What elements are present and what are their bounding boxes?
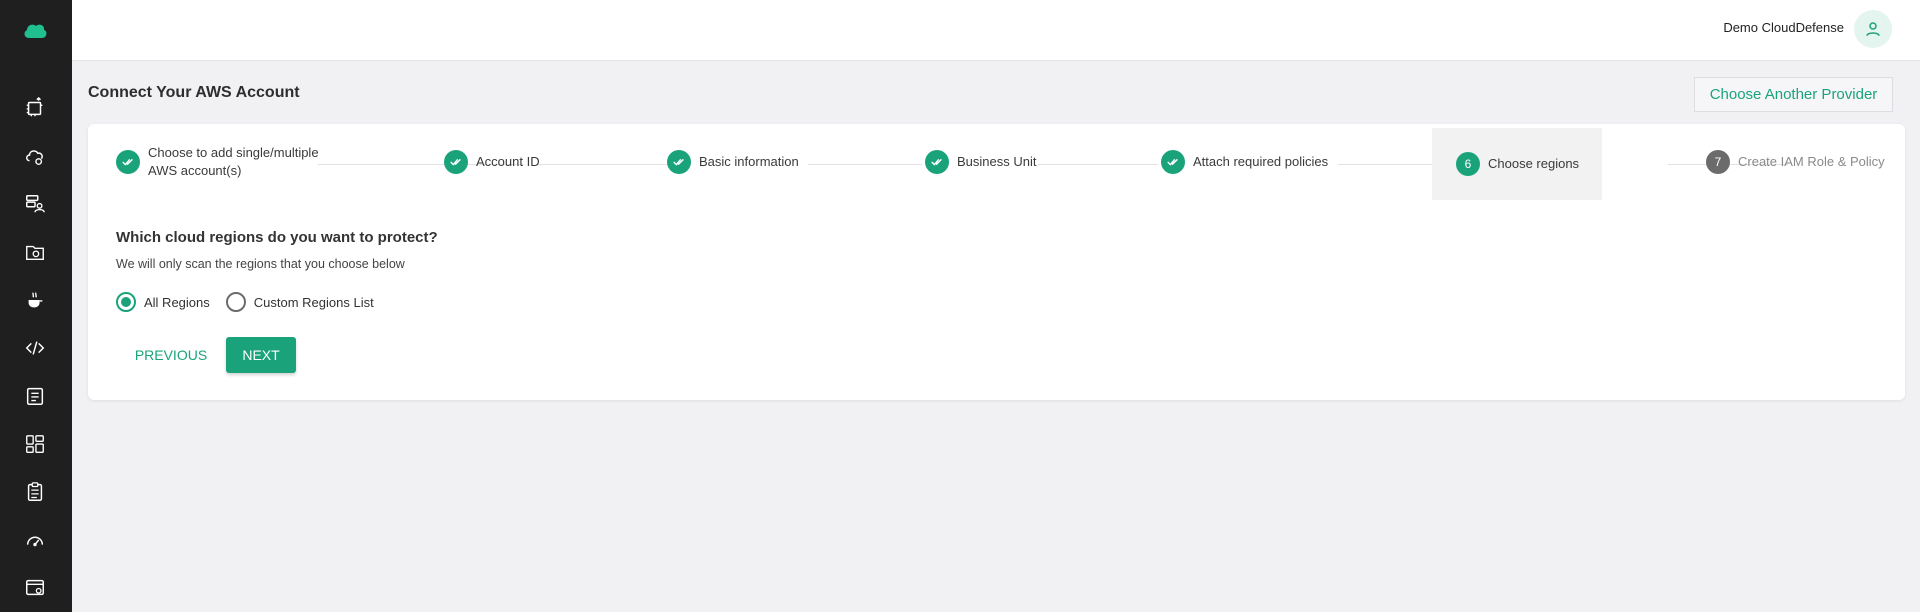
custom-regions-radio[interactable]	[225, 292, 246, 312]
step-choose-regions[interactable]: 6 Choose regions	[1432, 128, 1602, 200]
regions-radio-group: All Regions Custom Regions List	[116, 292, 374, 312]
top-bar: Demo CloudDefense	[72, 0, 1920, 61]
step-number: 6	[1456, 152, 1480, 176]
step-connector	[808, 164, 922, 165]
sidebar-item-report[interactable]	[20, 477, 50, 507]
step-basic-information[interactable]: Basic information	[667, 124, 799, 200]
sidebar	[0, 0, 72, 612]
all-regions-radio[interactable]	[116, 292, 136, 312]
check-icon	[667, 150, 691, 174]
sidebar-item-gauge[interactable]	[20, 525, 50, 555]
regions-question: Which cloud regions do you want to prote…	[116, 229, 438, 246]
cloud-gear-icon	[26, 150, 43, 165]
next-button[interactable]: NEXT	[226, 337, 296, 373]
all-regions-label[interactable]: All Regions	[144, 295, 210, 310]
step-account-id[interactable]: Account ID	[444, 124, 540, 200]
step-label: Create IAM Role & Policy	[1738, 154, 1885, 169]
folder-image-icon	[26, 245, 44, 261]
sidebar-item-chip-upload[interactable]	[20, 93, 50, 123]
code-icon	[25, 341, 45, 355]
sidebar-item-kettle[interactable]	[20, 285, 50, 315]
step-connector	[1038, 164, 1158, 165]
step-choose-accounts[interactable]: Choose to add single/multiple AWS accoun…	[116, 124, 319, 200]
browser-settings-icon	[26, 579, 44, 596]
user-icon	[1866, 22, 1880, 37]
check-icon	[116, 150, 140, 174]
previous-button[interactable]: PREVIOUS	[116, 337, 226, 373]
check-icon	[925, 150, 949, 174]
step-attach-policies[interactable]: Attach required policies	[1161, 124, 1328, 200]
step-connector	[536, 164, 676, 165]
grid-icon	[26, 435, 44, 453]
cloud-logo-icon[interactable]	[22, 20, 48, 42]
chip-upload-icon	[26, 97, 43, 117]
step-create-iam-role[interactable]: 7 Create IAM Role & Policy	[1706, 124, 1885, 200]
report-icon	[27, 482, 43, 501]
sidebar-item-browser-settings[interactable]	[20, 573, 50, 603]
sidebar-item-folder-image[interactable]	[20, 237, 50, 267]
sidebar-item-database-user[interactable]	[20, 189, 50, 219]
step-business-unit[interactable]: Business Unit	[925, 124, 1036, 200]
user-name: Demo CloudDefense	[1723, 20, 1844, 35]
database-user-icon	[26, 195, 45, 213]
sidebar-item-cloud-gear[interactable]	[20, 141, 50, 171]
regions-hint: We will only scan the regions that you c…	[116, 257, 405, 271]
step-label: Attach required policies	[1193, 154, 1329, 169]
user-avatar-button[interactable]	[1854, 10, 1892, 48]
kettle-icon	[28, 292, 43, 308]
step-label: Choose regions	[1488, 156, 1580, 171]
step-label: Account ID	[476, 154, 540, 169]
clipboard-list-icon	[26, 387, 44, 405]
choose-another-provider-button[interactable]: Choose Another Provider	[1694, 77, 1893, 112]
step-label: Choose to add single/multiple AWS accoun…	[148, 145, 319, 178]
step-number: 7	[1706, 150, 1730, 174]
page-title: Connect Your AWS Account	[88, 84, 300, 101]
sidebar-item-code[interactable]	[20, 333, 50, 363]
check-icon	[1161, 150, 1185, 174]
sidebar-item-grid[interactable]	[20, 429, 50, 459]
step-label: Basic information	[699, 154, 799, 169]
custom-regions-label[interactable]: Custom Regions List	[254, 295, 374, 310]
wizard-card: Choose to add single/multiple AWS accoun…	[88, 124, 1905, 400]
sidebar-item-clipboard-list[interactable]	[20, 381, 50, 411]
gauge-icon	[26, 536, 44, 547]
check-icon	[444, 150, 468, 174]
step-label: Business Unit	[957, 154, 1037, 169]
